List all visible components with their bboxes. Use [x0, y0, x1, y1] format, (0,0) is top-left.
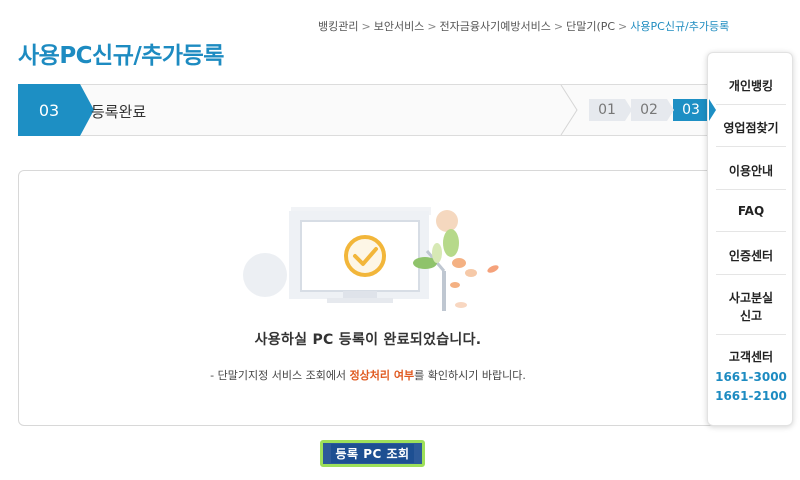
quick-menu: 개인뱅킹 영업점찾기 이용안내 FAQ 인증센터 사고분실 신고 고객센터 16…: [707, 52, 793, 426]
breadcrumb-item-device[interactable]: 단말기(PC: [566, 20, 615, 33]
current-step-label: 등록완료: [91, 103, 147, 121]
page-title: 사용PC신규/추가등록: [18, 43, 224, 69]
breadcrumb-separator: >: [427, 20, 437, 33]
step-divider-chevron: [560, 85, 578, 135]
quick-menu-loss-report-line1: 사고분실: [728, 291, 774, 305]
quick-menu-branch-finder[interactable]: 영업점찾기: [714, 119, 788, 136]
quick-menu-usage-guide[interactable]: 이용안내: [714, 162, 788, 179]
completion-note: - 단말기지정 서비스 조회에서 정상처리 여부를 확인하시기 바랍니다.: [19, 367, 717, 383]
customer-center-phone-2[interactable]: 1661-2100: [714, 389, 788, 403]
quick-menu-certificate-center[interactable]: 인증센터: [714, 247, 788, 264]
breadcrumb-item-security[interactable]: 보안서비스: [374, 20, 425, 33]
quick-menu-loss-report-line2: 신고: [739, 309, 763, 323]
completion-note-highlight: 정상처리 여부: [349, 369, 415, 382]
quick-menu-customer-center: 고객센터: [728, 350, 774, 364]
completion-note-suffix: 를 확인하시기 바랍니다.: [414, 369, 526, 382]
quick-menu-divider: [716, 146, 786, 147]
completion-message: 사용하실 PC 등록이 완료되었습니다.: [254, 332, 482, 348]
registered-pc-lookup-button[interactable]: 등록 PC 조회: [320, 440, 425, 467]
step-02: 02: [631, 99, 674, 121]
quick-menu-faq[interactable]: FAQ: [714, 204, 788, 218]
result-panel: 사용하실 PC 등록이 완료되었습니다. - 단말기지정 서비스 조회에서 정상…: [18, 170, 718, 426]
breadcrumb-item-banking[interactable]: 뱅킹관리: [318, 20, 358, 33]
customer-center-phone-1[interactable]: 1661-3000: [714, 370, 788, 384]
completion-illustration: [243, 207, 499, 311]
quick-menu-divider: [716, 334, 786, 335]
quick-menu-personal-banking[interactable]: 개인뱅킹: [714, 77, 788, 94]
quick-menu-divider: [716, 231, 786, 232]
registered-pc-lookup-label: 등록 PC 조회: [331, 444, 414, 463]
quick-menu-divider: [716, 104, 786, 105]
quick-menu-divider: [716, 189, 786, 190]
step-progress: 01 02 03: [589, 99, 716, 121]
breadcrumb: 뱅킹관리 > 보안서비스 > 전자금융사기예방서비스 > 단말기(PC > 사용PC신규/추가등…: [318, 18, 729, 34]
quick-menu-divider: [716, 274, 786, 275]
current-step-number: 03: [18, 84, 94, 136]
breadcrumb-separator: >: [553, 20, 564, 33]
breadcrumb-separator: >: [361, 20, 371, 33]
quick-menu-loss-report[interactable]: 사고분실 신고: [714, 289, 788, 325]
breadcrumb-item-fraud-prevention[interactable]: 전자금융사기예방서비스: [440, 20, 551, 33]
step-indicator: 03 등록완료 01 02 03: [18, 84, 718, 136]
breadcrumb-separator: >: [618, 20, 628, 33]
completion-note-prefix: - 단말기지정 서비스 조회에서: [210, 369, 350, 382]
step-01: 01: [589, 99, 632, 121]
breadcrumb-item-current: 사용PC신규/추가등록: [630, 20, 730, 33]
checkmark-icon: [344, 235, 386, 277]
step-03: 03: [673, 99, 716, 121]
